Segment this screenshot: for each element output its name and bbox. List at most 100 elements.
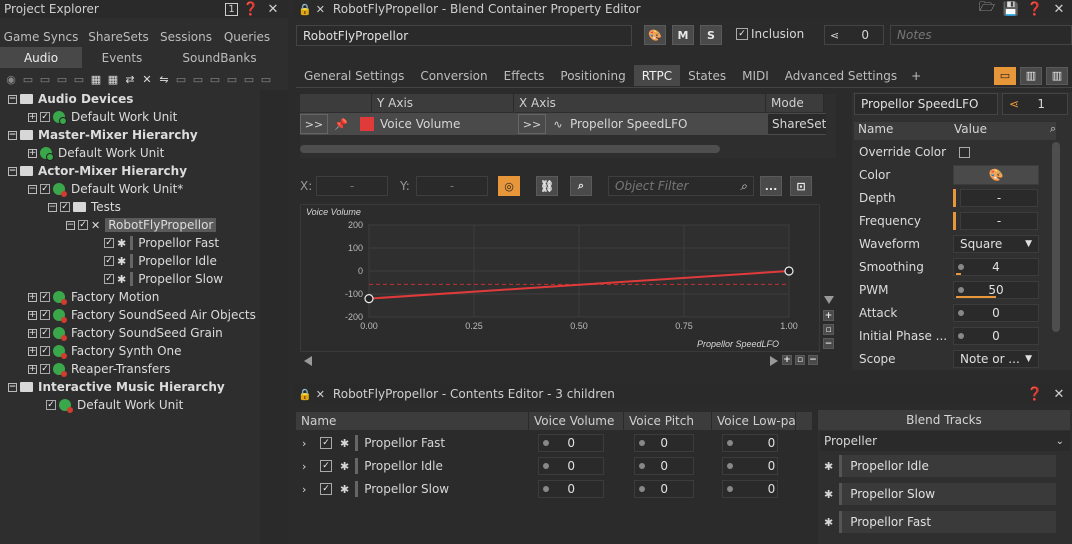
- contents-row[interactable]: › ✓ ✱ Propellor Fast 0 0 0: [296, 432, 779, 454]
- close-icon[interactable]: ✕: [1050, 385, 1068, 403]
- contents-row[interactable]: › ✓ ✱ Propellor Idle 0 0 0: [296, 455, 779, 477]
- col-header-name[interactable]: Name: [296, 412, 529, 430]
- expand-icon[interactable]: +: [28, 292, 37, 302]
- checkbox[interactable]: ✓: [40, 364, 50, 374]
- tree-audio-devices[interactable]: − Audio Devices: [8, 90, 133, 108]
- tree-default-work-unit-actor[interactable]: − ✓ Default Work Unit*: [28, 180, 183, 198]
- slider-knob[interactable]: [543, 440, 550, 446]
- close-icon[interactable]: ✕: [264, 0, 282, 18]
- slider-knob[interactable]: [727, 463, 734, 469]
- slider-knob[interactable]: [958, 264, 964, 270]
- depth-value[interactable]: -: [960, 189, 1038, 207]
- checkbox[interactable]: ✓: [40, 184, 50, 194]
- tree-propellor-fast[interactable]: ✓ ✱ Propellor Fast: [104, 234, 219, 252]
- zoom-out-icon[interactable]: −: [823, 338, 834, 349]
- checkbox[interactable]: ✓: [320, 460, 332, 472]
- open-folder-icon[interactable]: 🗁: [978, 0, 996, 18]
- y-value-field[interactable]: -: [416, 176, 488, 196]
- frequency-value[interactable]: -: [960, 212, 1038, 230]
- slider-knob[interactable]: [958, 287, 964, 293]
- references-field[interactable]: ⋖ 0: [824, 25, 884, 45]
- props-search-icon[interactable]: ⌕: [1050, 122, 1056, 136]
- physical-folder-icon[interactable]: ▭: [55, 70, 69, 88]
- slider-knob[interactable]: [639, 440, 646, 446]
- tab-sessions[interactable]: Sessions: [155, 26, 217, 47]
- color-picker-button[interactable]: 🎨: [953, 165, 1039, 185]
- checkbox[interactable]: ✓: [104, 238, 114, 248]
- tab-events[interactable]: Events: [82, 47, 162, 68]
- grid-h-scrollbar[interactable]: [300, 145, 720, 153]
- checkbox[interactable]: ✓: [40, 310, 50, 320]
- search-icon[interactable]: ⌕: [570, 176, 592, 196]
- chevron-right-icon[interactable]: ›: [302, 437, 314, 450]
- tab-states[interactable]: States: [680, 65, 734, 86]
- tree-factory-synth-one[interactable]: + ✓ Factory Synth One: [28, 342, 182, 360]
- rtpc-chart-svg[interactable]: Voice Volume Propellor SpeedLFO 0.00 0.25…: [301, 205, 821, 353]
- music-segment-icon[interactable]: ▭: [208, 70, 222, 88]
- voice-lowpass-value[interactable]: 0: [722, 480, 779, 498]
- checkbox[interactable]: ✓: [40, 328, 50, 338]
- col-header-voice-pitch[interactable]: Voice Pitch: [624, 412, 712, 430]
- expand-button[interactable]: >>: [300, 114, 328, 134]
- rtpc-mode-value[interactable]: ShareSet: [768, 114, 826, 134]
- lfo-references[interactable]: ⋖ 1: [1002, 93, 1068, 115]
- slider-knob[interactable]: [543, 486, 550, 492]
- props-header-value[interactable]: Value: [950, 122, 1046, 140]
- tree-default-work-unit-master[interactable]: + Default Work Unit: [28, 144, 164, 162]
- close-icon[interactable]: ✕: [1050, 0, 1068, 18]
- props-scrollbar[interactable]: [1052, 142, 1060, 332]
- tree-factory-motion[interactable]: + ✓ Factory Motion: [28, 288, 159, 306]
- expand-icon[interactable]: +: [28, 328, 37, 338]
- attack-value[interactable]: 0: [953, 304, 1039, 322]
- tab-audio[interactable]: Audio: [0, 47, 82, 68]
- scope-select[interactable]: Note or ... ▼: [953, 350, 1039, 368]
- h-zoom-out-icon[interactable]: −: [808, 355, 818, 365]
- slider-knob[interactable]: [639, 486, 646, 492]
- scroll-left-arrow[interactable]: [304, 356, 312, 366]
- voice-lowpass-value[interactable]: 0: [722, 457, 779, 475]
- tab-positioning[interactable]: Positioning: [552, 65, 633, 86]
- pwm-value[interactable]: 50: [953, 281, 1039, 299]
- layout-split-icon[interactable]: ▥: [1020, 66, 1042, 85]
- help-icon[interactable]: ❓: [242, 0, 260, 18]
- layout-single-icon[interactable]: ▭: [994, 66, 1016, 85]
- inclusion-checkbox[interactable]: ✓: [736, 28, 748, 40]
- chevron-down-icon[interactable]: ▼: [1025, 239, 1032, 249]
- slider-knob[interactable]: [727, 486, 734, 492]
- save-icon[interactable]: 💾: [1002, 0, 1020, 18]
- grid-header-x-axis[interactable]: X Axis: [514, 94, 766, 112]
- col-header-voice-lowpass[interactable]: Voice Low-pass: [712, 412, 796, 430]
- checkbox[interactable]: ✓: [320, 437, 332, 449]
- tab-rtpc[interactable]: RTPC: [633, 65, 681, 86]
- voice-lowpass-value[interactable]: 0: [722, 434, 779, 452]
- curve-target-icon[interactable]: ◎: [498, 176, 520, 196]
- music-playlist-icon[interactable]: ▭: [259, 70, 273, 88]
- layout-triple-icon[interactable]: ▥: [1046, 66, 1068, 85]
- voice-pitch-value[interactable]: 0: [634, 480, 695, 498]
- slider-knob[interactable]: [543, 463, 550, 469]
- chevron-right-icon[interactable]: ›: [302, 460, 314, 473]
- tab-queries[interactable]: Queries: [217, 26, 277, 47]
- collapse-icon[interactable]: −: [8, 94, 17, 104]
- music-switch-icon[interactable]: ▭: [242, 70, 256, 88]
- solo-button[interactable]: S: [700, 25, 722, 45]
- tree-default-work-unit-devices[interactable]: + ✓ Default Work Unit: [28, 108, 177, 126]
- expand-icon[interactable]: +: [28, 310, 37, 320]
- tree-tests[interactable]: − ✓ Tests: [48, 198, 121, 216]
- music-icon[interactable]: ▭: [191, 70, 205, 88]
- checkbox[interactable]: ✓: [40, 292, 50, 302]
- expand-icon[interactable]: +: [28, 148, 37, 158]
- object-filter-field[interactable]: Object Filter ⌕: [608, 176, 754, 196]
- checkbox[interactable]: ✓: [40, 346, 50, 356]
- checkbox[interactable]: ✓: [104, 274, 114, 284]
- tab-game-syncs[interactable]: Game Syncs: [0, 26, 82, 47]
- help-icon[interactable]: ❓: [1026, 0, 1044, 18]
- lfo-name-field[interactable]: Propellor SpeedLFO: [854, 93, 998, 115]
- chevron-right-icon[interactable]: ›: [302, 483, 314, 496]
- music-track-icon[interactable]: ▭: [225, 70, 239, 88]
- random-container-icon[interactable]: ⇄: [123, 70, 137, 88]
- switch-container-icon[interactable]: ⇋: [157, 70, 171, 88]
- override-color-checkbox[interactable]: [959, 146, 970, 158]
- expand-icon[interactable]: +: [28, 112, 37, 122]
- tree-factory-soundseed-air[interactable]: + ✓ Factory SoundSeed Air Objects: [28, 306, 256, 324]
